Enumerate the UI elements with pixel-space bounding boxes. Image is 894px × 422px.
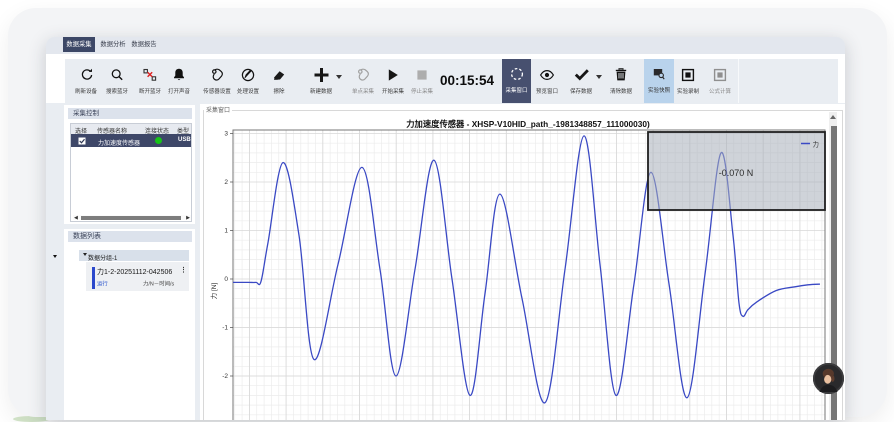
svg-text:力加速度传感器 - XHSP-V10HID_path_-19: 力加速度传感器 - XHSP-V10HID_path_-1981348857_1… — [406, 119, 650, 129]
svg-text:-1: -1 — [222, 325, 228, 332]
svg-text:3: 3 — [224, 131, 228, 138]
svg-text:-0.070 N: -0.070 N — [719, 168, 754, 178]
svg-text:-2: -2 — [222, 373, 228, 380]
svg-text:2: 2 — [224, 179, 228, 186]
svg-text:力: 力 — [813, 140, 820, 149]
svg-text:1: 1 — [224, 228, 228, 235]
svg-text:力 [N]: 力 [N] — [209, 283, 218, 300]
svg-text:0: 0 — [224, 276, 228, 283]
